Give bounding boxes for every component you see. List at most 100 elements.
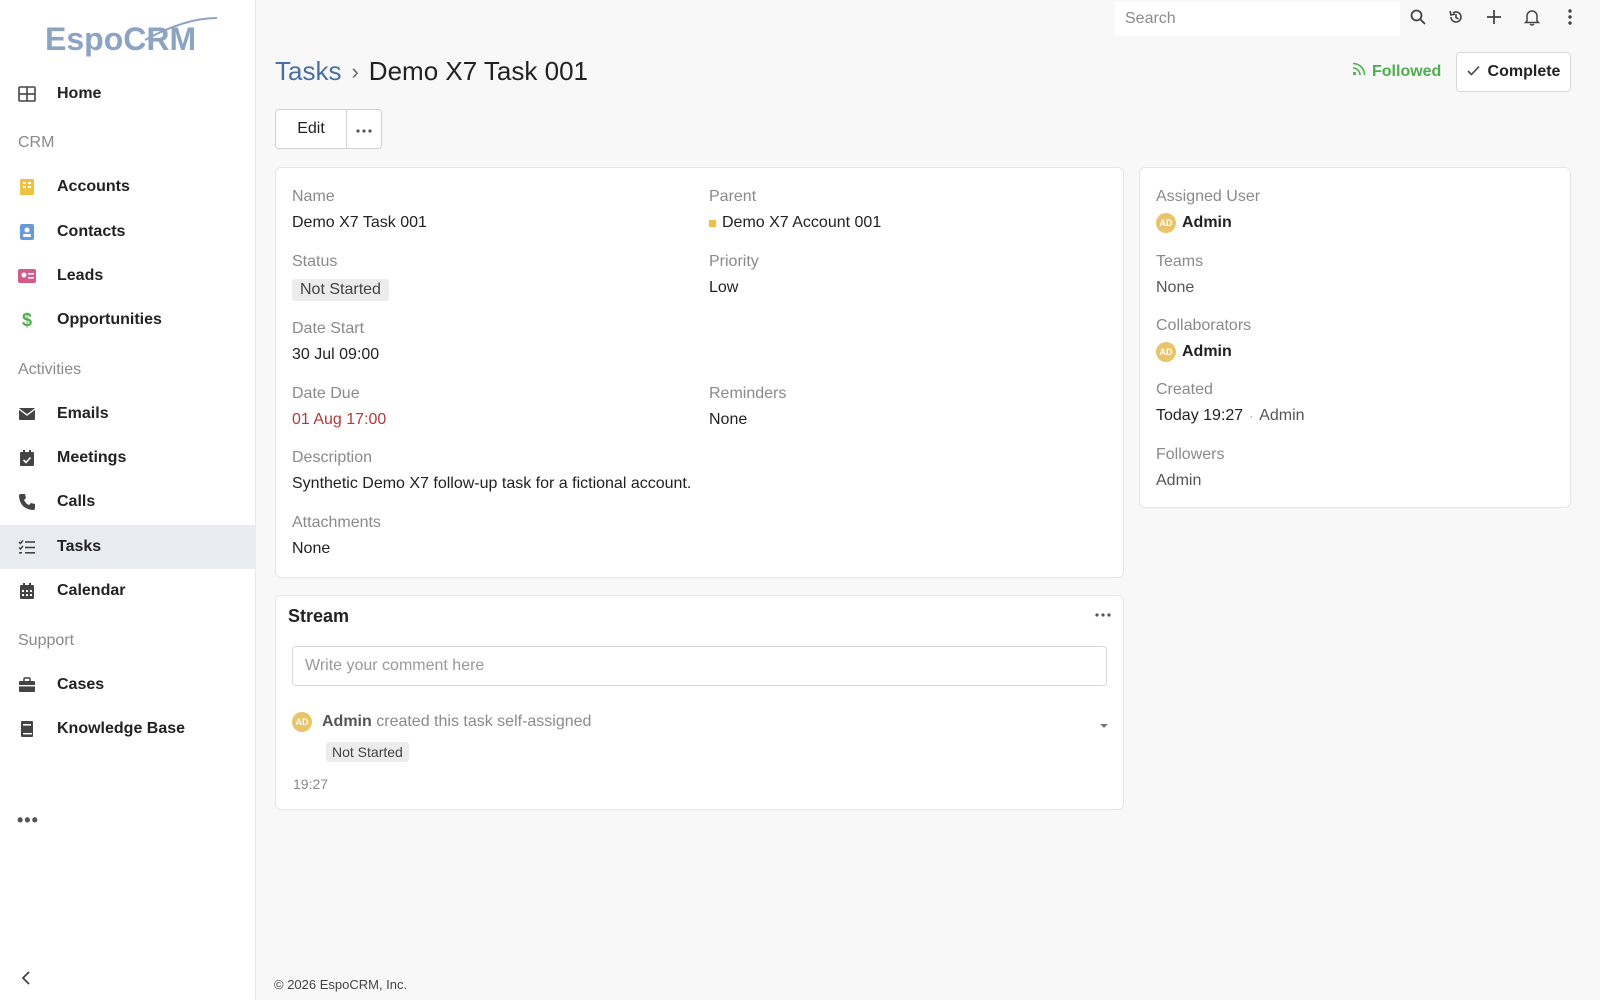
footer-copyright: © 2026 EspoCRM, Inc. [274, 977, 408, 992]
teams-value: None [1156, 279, 1195, 296]
account-square-icon [709, 219, 716, 227]
status-badge: Not Started [326, 742, 409, 762]
more-actions-button[interactable] [347, 110, 381, 148]
edit-button[interactable]: Edit [276, 110, 347, 148]
book-icon [17, 719, 37, 739]
created-separator: · [1249, 409, 1254, 423]
contact-card-icon [17, 222, 37, 242]
sidebar-item-label: Accounts [57, 178, 130, 195]
chevron-right-icon: › [351, 58, 359, 84]
sidebar-item-label: Meetings [57, 449, 127, 466]
plus-icon[interactable] [1485, 8, 1503, 26]
description-value: Synthetic Demo X7 follow-up task for a f… [292, 475, 692, 492]
created-field: Today 19:27 · Admin [1156, 407, 1305, 425]
collaborators-label: Collaborators [1156, 317, 1252, 334]
note-timestamp[interactable]: 19:27 [293, 776, 328, 792]
sidebar-item-knowledge-base[interactable]: Knowledge Base [0, 707, 256, 751]
chevron-left-icon[interactable] [18, 970, 34, 986]
sidebar-item-meetings[interactable]: Meetings [0, 436, 256, 480]
sidebar-item-label: Contacts [57, 223, 126, 240]
sidebar-item-calls[interactable]: Calls [0, 480, 256, 524]
sidebar-more-button[interactable]: ••• [17, 810, 39, 831]
sidebar-item-label: Calendar [57, 582, 126, 599]
parent-link[interactable]: Demo X7 Account 001 [722, 214, 881, 232]
collaborator-link[interactable]: Admin [1182, 343, 1232, 361]
briefcase-icon [17, 675, 37, 695]
home-grid-icon [17, 84, 37, 104]
sidebar-section-activities: Activities [18, 361, 82, 378]
avatar: AD [1156, 342, 1176, 362]
search-icon[interactable] [1409, 8, 1427, 26]
sidebar-section-support: Support [18, 632, 75, 649]
caret-down-icon[interactable] [1099, 716, 1109, 734]
check-icon [1466, 63, 1480, 81]
kebab-menu-icon[interactable] [1561, 8, 1579, 26]
sidebar-item-home[interactable]: Home [0, 72, 256, 116]
ellipsis-icon [356, 120, 372, 138]
espocrm-logo[interactable]: EspoCRM [45, 14, 220, 62]
parent-label: Parent [709, 188, 757, 205]
complete-button[interactable]: Complete [1456, 52, 1571, 92]
envelope-icon [17, 404, 37, 424]
name-value: Demo X7 Task 001 [292, 214, 427, 231]
priority-value: Low [709, 279, 739, 296]
page-title: Demo X7 Task 001 [368, 56, 588, 86]
note-user-link[interactable]: Admin [322, 713, 372, 730]
record-action-group: Edit [275, 109, 382, 149]
sidebar-item-cases[interactable]: Cases [0, 663, 256, 707]
sidebar-item-label: Leads [57, 267, 104, 284]
teams-label: Teams [1156, 253, 1204, 270]
avatar: AD [292, 712, 312, 732]
date-start-label: Date Start [292, 320, 365, 337]
record-detail-panel: Name Demo X7 Task 001 Parent Demo X7 Acc… [275, 167, 1124, 578]
assigned-user-label: Assigned User [1156, 188, 1261, 205]
sidebar: EspoCRM Home CRM Accounts Contacts Leads… [0, 0, 256, 1000]
phone-icon [17, 492, 37, 512]
comment-input[interactable] [292, 646, 1107, 686]
global-search [1115, 2, 1400, 36]
sidebar-item-label: Emails [57, 405, 109, 422]
sidebar-item-accounts[interactable]: Accounts [0, 165, 256, 209]
assigned-user-link[interactable]: Admin [1182, 214, 1232, 232]
description-label: Description [292, 449, 373, 466]
followed-button[interactable]: Followed [1352, 62, 1441, 81]
stream-panel: Stream AD Admin created this task self-a… [275, 595, 1124, 810]
sidebar-item-calendar[interactable]: Calendar [0, 569, 256, 613]
sidebar-item-label: Cases [57, 676, 105, 693]
date-due-label: Date Due [292, 385, 360, 402]
created-label: Created [1156, 381, 1213, 398]
attachments-label: Attachments [292, 514, 381, 531]
sidebar-item-tasks[interactable]: Tasks [0, 525, 256, 569]
ellipsis-icon[interactable] [1095, 604, 1111, 622]
priority-label: Priority [709, 253, 759, 270]
followers-link[interactable]: Admin [1156, 472, 1201, 490]
sidebar-item-label: Knowledge Base [57, 720, 186, 737]
followers-label: Followers [1156, 446, 1225, 463]
search-input[interactable] [1125, 10, 1400, 28]
history-icon[interactable] [1447, 8, 1465, 26]
stream-note: AD Admin created this task self-assigned [292, 712, 591, 732]
bell-icon[interactable] [1523, 8, 1541, 26]
status-label: Status [292, 253, 338, 270]
tasks-list-icon [17, 537, 37, 557]
sidebar-item-contacts[interactable]: Contacts [0, 210, 256, 254]
avatar: AD [1156, 213, 1176, 233]
sidebar-item-label: Tasks [57, 538, 102, 555]
sidebar-item-leads[interactable]: Leads [0, 254, 256, 298]
sidebar-section-crm: CRM [18, 134, 55, 151]
breadcrumb: Tasks › Demo X7 Task 001 [275, 56, 588, 87]
created-by-link[interactable]: Admin [1259, 407, 1304, 425]
calendar-check-icon [17, 448, 37, 468]
breadcrumb-tasks-link[interactable]: Tasks [275, 56, 341, 87]
sidebar-item-emails[interactable]: Emails [0, 392, 256, 436]
note-text: created this task self-assigned [376, 713, 592, 730]
followed-label: Followed [1372, 62, 1442, 80]
calendar-icon [17, 581, 37, 601]
side-info-panel: Assigned User AD Admin Teams None Collab… [1139, 167, 1571, 508]
status-badge: Not Started [292, 279, 389, 301]
complete-label: Complete [1487, 63, 1561, 80]
date-due-value: 01 Aug 17:00 [292, 411, 387, 428]
building-icon [17, 177, 37, 197]
parent-field: Demo X7 Account 001 [709, 214, 881, 232]
sidebar-item-opportunities[interactable]: $ Opportunities [0, 298, 256, 342]
